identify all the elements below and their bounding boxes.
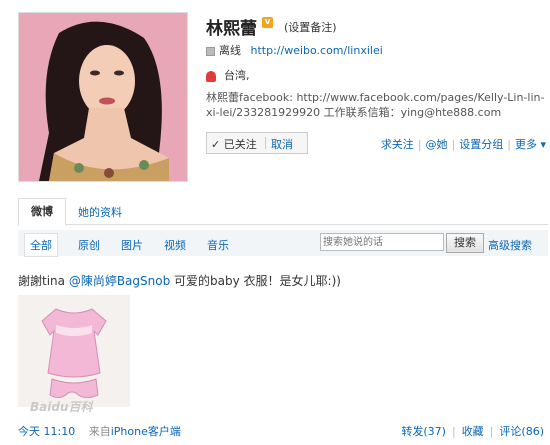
post-image[interactable] bbox=[18, 295, 130, 407]
source-prefix: 来自 bbox=[88, 425, 111, 438]
request-follow-link[interactable]: 求关注 bbox=[381, 138, 414, 151]
post-text-prefix: 謝謝tina bbox=[18, 274, 69, 288]
advanced-search-link[interactable]: 高级搜索 bbox=[488, 237, 532, 253]
divider bbox=[265, 137, 266, 149]
post-meta: 今天 11:10 来自iPhone客户端 bbox=[18, 423, 181, 439]
tab-weibo[interactable]: 微博 bbox=[18, 198, 66, 226]
filter-bar: 全部 原创 图片 视频 音乐 搜索 高级搜索 bbox=[18, 230, 548, 257]
baidu-watermark: Baidu百科 bbox=[30, 400, 93, 414]
status-row: 离线 http://weibo.com/linxilei bbox=[206, 42, 383, 58]
search-button[interactable]: 搜索 bbox=[446, 233, 484, 253]
filter-pictures[interactable]: 图片 bbox=[121, 237, 143, 253]
avatar[interactable] bbox=[18, 12, 188, 182]
location-row: 台湾, bbox=[206, 67, 250, 83]
follow-status-box: ✓ 已关注 取消 bbox=[206, 132, 308, 154]
set-group-link[interactable]: 设置分组 bbox=[459, 138, 503, 151]
verified-badge-icon: v bbox=[262, 17, 273, 28]
set-remark-link[interactable]: (设置备注) bbox=[284, 19, 337, 35]
comment-link[interactable]: 评论(86) bbox=[499, 425, 544, 438]
location-icon bbox=[206, 70, 216, 82]
filter-original[interactable]: 原创 bbox=[78, 237, 100, 253]
profile-actions: 求关注 | @她 | 设置分组 | 更多 ▾ bbox=[380, 138, 546, 151]
offline-status-icon bbox=[206, 46, 215, 56]
source-link[interactable]: iPhone客户端 bbox=[111, 425, 181, 438]
post-text: 謝謝tina @陳尚婷BagSnob 可爱的baby 衣服！是女儿耶:)) bbox=[18, 272, 341, 289]
post-time-link[interactable]: 今天 11:10 bbox=[18, 425, 75, 438]
search-input[interactable] bbox=[320, 233, 444, 251]
post-actions: 转发(37) | 收藏 | 评论(86) bbox=[401, 425, 544, 438]
profile-bio: 林熙蕾facebook: http://www.facebook.com/pag… bbox=[206, 91, 545, 119]
status-text: 离线 bbox=[219, 44, 241, 57]
tabs-divider bbox=[18, 224, 548, 225]
favorite-link[interactable]: 收藏 bbox=[462, 425, 484, 438]
filter-music[interactable]: 音乐 bbox=[207, 237, 229, 253]
filter-videos[interactable]: 视频 bbox=[164, 237, 186, 253]
unfollow-button[interactable]: 取消 bbox=[271, 136, 293, 152]
mention-link[interactable]: @陳尚婷BagSnob bbox=[69, 274, 170, 288]
profile-name: 林熙蕾 bbox=[206, 19, 257, 39]
profile-url-link[interactable]: http://weibo.com/linxilei bbox=[251, 44, 383, 57]
post-text-suffix: 可爱的baby 衣服！是女儿耶:)) bbox=[170, 274, 341, 288]
tab-her-profile[interactable]: 她的资料 bbox=[78, 204, 122, 220]
location-text: 台湾, bbox=[224, 69, 250, 82]
filter-all[interactable]: 全部 bbox=[24, 233, 58, 257]
more-menu-link[interactable]: 更多 ▾ bbox=[515, 138, 546, 151]
followed-button[interactable]: ✓ 已关注 bbox=[211, 136, 257, 152]
repost-link[interactable]: 转发(37) bbox=[401, 425, 446, 438]
mention-her-link[interactable]: @她 bbox=[426, 138, 448, 151]
